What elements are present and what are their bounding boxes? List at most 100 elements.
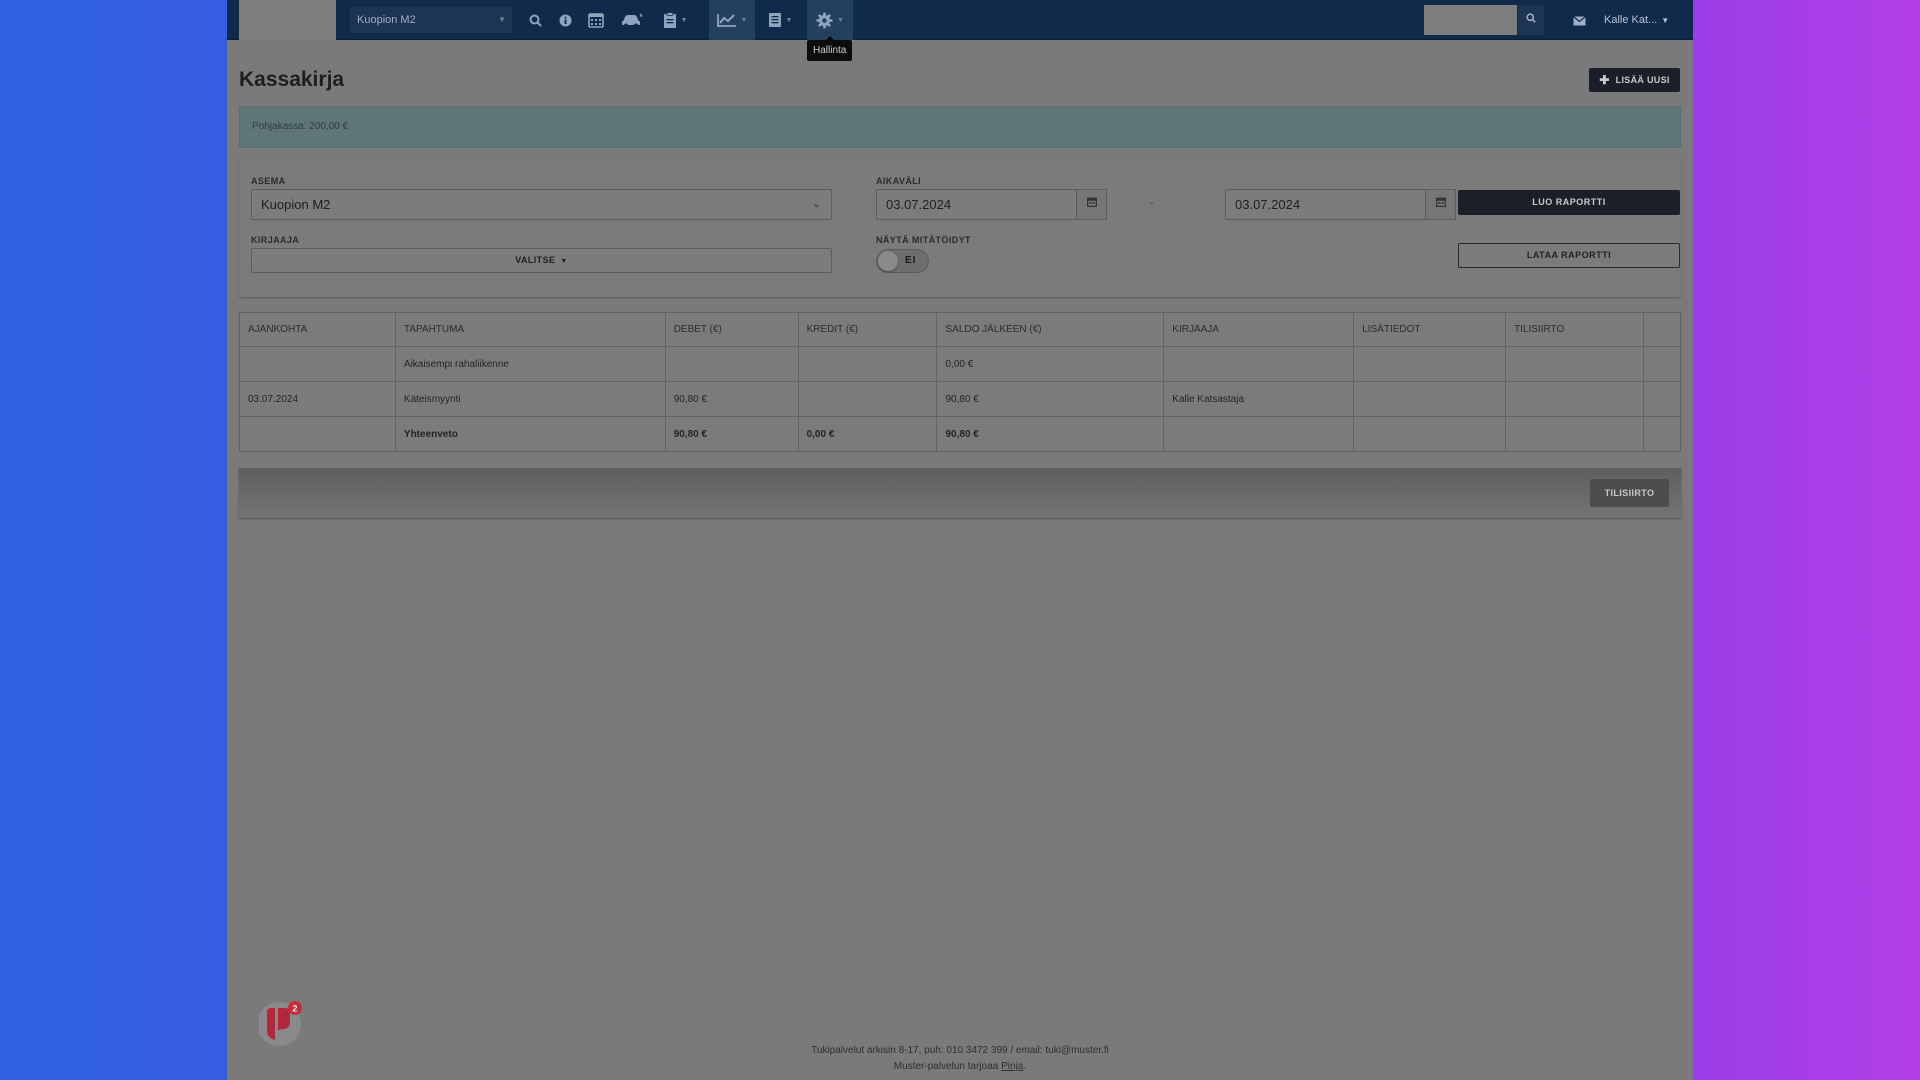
table-summary-row: Yhteenveto 90,80 € 0,00 € 90,80 € <box>239 416 1682 452</box>
table-cell <box>239 346 396 382</box>
chevron-down-icon: ▼ <box>1661 16 1670 25</box>
table-cell: 90,80 € <box>936 381 1165 417</box>
nav-calendar[interactable] <box>583 0 609 40</box>
logo[interactable] <box>239 0 336 40</box>
toggle-knob <box>878 251 898 271</box>
column-header[interactable]: TILISIIRTO <box>1505 312 1644 347</box>
messages-button[interactable] <box>1573 0 1586 40</box>
user-menu[interactable]: Kalle Kat... ▼ <box>1604 0 1669 40</box>
table-cell: Aikaisempi rahaliikenne <box>394 346 666 382</box>
cashbook-table: AJANKOHTA TAPAHTUMA DEBET (€) KREDIT (€)… <box>239 312 1682 452</box>
table-cell: 90,80 € <box>664 416 799 452</box>
filter-panel: ASEMA Kuopion M2 ⌄ AIKAVÄLI 03.07.2024 -… <box>239 160 1681 297</box>
date-to-value: 03.07.2024 <box>1235 197 1301 212</box>
toggle-state-text: EI <box>905 255 917 266</box>
base-cash-text: Pohjakassa: 200,00 € <box>252 121 349 132</box>
table-cell: 0,00 € <box>936 346 1165 382</box>
chevron-down-icon: ▼ <box>740 16 748 24</box>
station-select[interactable]: Kuopion M2 ⌄ <box>251 189 832 220</box>
report-icon <box>768 13 781 27</box>
nav-clipboard[interactable]: ▼ <box>660 0 690 40</box>
table-cell <box>1353 416 1507 452</box>
column-header[interactable]: AJANKOHTA <box>239 312 396 347</box>
footer-support-text: Tukipalvelut arkisin 8-17, puh: 010 3472… <box>811 1045 1109 1056</box>
table-cell <box>1163 346 1355 382</box>
recorder-select[interactable]: VALITSE ▼ <box>251 248 832 273</box>
column-header[interactable]: TAPAHTUMA <box>394 312 666 347</box>
transfer-button[interactable]: TILISIIRTO <box>1590 479 1669 507</box>
gear-icon <box>816 12 833 28</box>
footer-provider-suffix: . <box>1023 1061 1027 1072</box>
calendar-icon <box>1086 197 1097 207</box>
add-new-button-label: LISÄÄ UUSI <box>1615 75 1670 85</box>
date-from-input[interactable]: 03.07.2024 <box>876 189 1077 220</box>
chat-logo-icon: 2 <box>257 1001 302 1046</box>
table-cell <box>1163 416 1355 452</box>
column-header[interactable]: SALDO JÄLKEEN (€) <box>936 312 1165 347</box>
table-cell <box>1642 381 1682 417</box>
date-to-input[interactable]: 03.07.2024 <box>1225 189 1426 220</box>
nav-reports[interactable]: ▼ <box>761 0 799 40</box>
table-cell <box>797 381 938 417</box>
column-header[interactable]: LISÄTIEDOT <box>1353 312 1507 347</box>
chevron-down-icon: ⌄ <box>811 198 821 210</box>
envelope-icon <box>1573 15 1586 26</box>
nav-settings[interactable]: ▼ <box>807 0 853 40</box>
table-cell: Kalle Katsastaja <box>1163 381 1355 417</box>
create-report-button[interactable]: LUO RAPORTTI <box>1458 190 1680 215</box>
table-cell <box>1353 346 1507 382</box>
station-select-value: Kuopion M2 <box>261 197 331 212</box>
station-selector[interactable]: Kuopion M2 ▼ <box>350 7 512 33</box>
table-cell: Käteismyynti <box>394 381 666 417</box>
global-search-button[interactable] <box>1518 5 1544 35</box>
station-selector-value: Kuopion M2 <box>357 14 416 26</box>
column-header[interactable]: DEBET (€) <box>664 312 799 347</box>
table-cell <box>1353 381 1507 417</box>
pinja-link[interactable]: Pinja <box>1001 1061 1023 1072</box>
date-from-value: 03.07.2024 <box>886 197 952 212</box>
table-cell <box>239 416 396 452</box>
chart-icon <box>716 14 736 27</box>
table-cell: Yhteenveto <box>394 416 666 452</box>
chevron-down-icon: ▼ <box>498 15 506 24</box>
download-report-button[interactable]: LATAA RAPORTTI <box>1458 243 1680 268</box>
page-title: Kassakirja <box>239 68 345 91</box>
nav-vehicles[interactable] <box>617 0 647 40</box>
footer-provider: Muster-palvelun tarjoaa Pinja. <box>227 1061 1693 1072</box>
plus-icon: ✚ <box>1599 73 1610 87</box>
global-search-input[interactable] <box>1424 5 1517 35</box>
show-voided-toggle[interactable]: EI <box>876 249 929 273</box>
column-header[interactable]: KREDIT (€) <box>797 312 938 347</box>
recorder-select-value: VALITSE <box>515 255 556 265</box>
table-cell <box>1642 346 1682 382</box>
chevron-down-icon: ▼ <box>560 258 568 265</box>
add-new-button[interactable]: ✚ LISÄÄ UUSI <box>1589 68 1680 92</box>
clipboard-icon <box>663 12 676 28</box>
table-row: 03.07.2024 Käteismyynti 90,80 € 90,80 € … <box>239 381 1682 417</box>
date-to-calendar-button[interactable] <box>1425 189 1456 220</box>
table-cell <box>664 346 799 382</box>
chat-widget[interactable]: 2 <box>257 998 307 1050</box>
date-range-separator: - <box>1150 197 1154 209</box>
chat-badge-count: 2 <box>292 1004 297 1014</box>
nav-search[interactable] <box>524 0 546 40</box>
footer-provider-prefix: Muster-palvelun tarjoaa <box>893 1061 1002 1072</box>
column-header[interactable]: KIRJAAJA <box>1163 312 1355 347</box>
table-cell: 0,00 € <box>797 416 938 452</box>
table-cell <box>1505 381 1644 417</box>
date-from-calendar-button[interactable] <box>1076 189 1107 220</box>
nav-statistics[interactable]: ▼ <box>709 0 755 40</box>
table-cell: 90,80 € <box>664 381 799 417</box>
calendar-icon <box>588 13 604 28</box>
search-icon <box>1526 13 1536 23</box>
search-icon <box>529 14 542 27</box>
info-icon <box>559 14 571 26</box>
table-cell <box>1642 416 1682 452</box>
station-label: ASEMA <box>251 176 286 186</box>
base-cash-info: Pohjakassa: 200,00 € <box>239 106 1681 148</box>
nav-info[interactable] <box>554 0 576 40</box>
chevron-down-icon: ▼ <box>680 16 688 24</box>
table-cell <box>1505 346 1644 382</box>
table-row: Aikaisempi rahaliikenne 0,00 € <box>239 346 1682 382</box>
date-range-label: AIKAVÄLI <box>876 176 922 186</box>
